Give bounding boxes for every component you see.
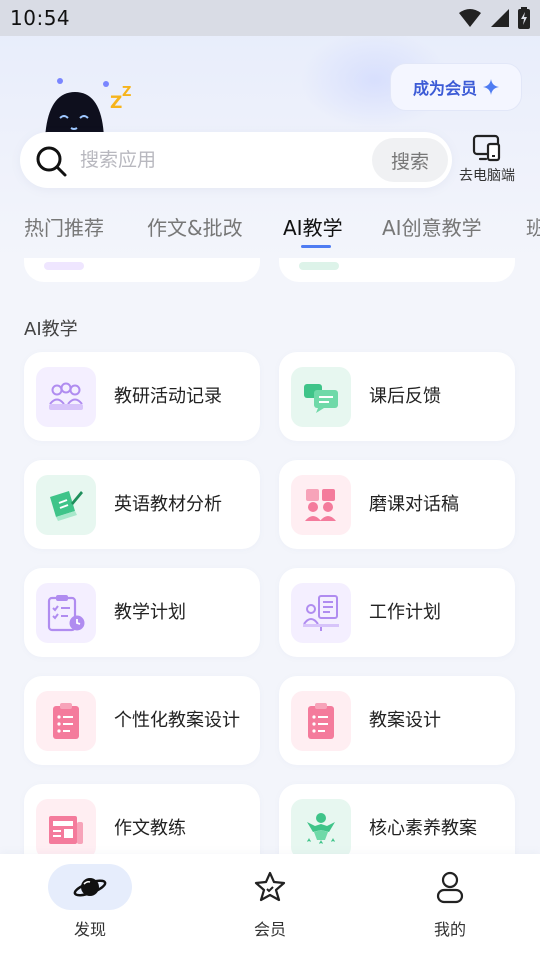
nav-label: 发现 [73,920,106,939]
team-meeting-icon [49,382,83,410]
desktop-devices-icon [472,134,501,162]
search-input[interactable] [80,144,370,176]
status-bar: 10:54 [0,0,540,36]
tab-essay[interactable]: 作文&批改 [147,212,243,241]
mascot-icon: Z Z [45,78,131,138]
app-card-label: 作文教练 [114,817,186,839]
tab-class[interactable]: 班 [526,212,540,241]
signal-icon [491,9,509,27]
become-member-button[interactable]: 成为会员 [390,63,522,111]
go-to-desktop-button[interactable]: 去电脑端 [454,134,520,190]
nav-icon-wrap [408,864,492,910]
app-card-english-material[interactable]: 英语教材分析 [24,460,260,549]
app-card-label: 工作计划 [369,601,441,623]
nav-icon-wrap [228,864,312,910]
star-badge-icon [254,871,286,902]
member-button-label: 成为会员 [412,79,477,98]
svg-text:Z: Z [122,85,131,100]
app-card-teaching-plan[interactable]: 教学计划 [24,568,260,657]
app-card-label: 个性化教案设计 [114,709,240,731]
app-card-lesson-design[interactable]: 教案设计 [279,676,515,765]
app-card-label: 教研活动记录 [114,385,222,407]
desktop-link-label: 去电脑端 [459,168,515,184]
clipboard-icon [53,703,79,739]
tab-ai-creative[interactable]: AI创意教学 [382,212,482,241]
app-card-lesson-dialogue[interactable]: 磨课对话稿 [279,460,515,549]
book-analysis-icon [50,491,83,521]
status-icons [458,7,530,29]
app-card-core-literacy[interactable]: 核心素养教案 [279,784,515,854]
search-icon [36,146,67,177]
app-card-label: 课后反馈 [369,385,441,407]
search-box: 搜索 [20,132,452,188]
sparkle-icon [483,79,499,95]
partial-card[interactable] [279,258,515,282]
search-button[interactable]: 搜索 [372,138,448,182]
app-card-research-record[interactable]: 教研活动记录 [24,352,260,441]
work-plan-icon [303,595,339,631]
app-card-label: 磨课对话稿 [369,493,459,515]
planet-icon [73,878,107,897]
nav-discover[interactable]: 发现 [45,864,135,944]
section-title: AI教学 [24,319,78,340]
battery-icon [518,7,530,29]
app-card-label: 教案设计 [369,709,441,731]
checklist-clock-icon [47,595,85,632]
app-card-label: 教学计划 [114,601,186,623]
app-list: AI教学 教研活动记录 课后反馈 英语教材分析 磨课对话稿 教学计划 工作计划 … [0,258,540,854]
status-time: 10:54 [10,6,71,30]
active-tab-indicator [301,245,331,248]
app-card-personalized-lesson[interactable]: 个性化教案设计 [24,676,260,765]
app-card-after-class-feedback[interactable]: 课后反馈 [279,352,515,441]
nav-profile[interactable]: 我的 [405,864,495,944]
user-icon [436,871,464,904]
category-tabs: 热门推荐 作文&批改 AI教学 AI创意教学 班 [24,212,540,252]
tab-hot[interactable]: 热门推荐 [24,212,104,241]
wifi-icon [459,9,481,27]
partial-card[interactable] [24,258,260,282]
tab-ai-teaching[interactable]: AI教学 [283,212,343,241]
app-card-essay-coach[interactable]: 作文教练 [24,784,260,854]
dialogue-script-icon [305,489,336,521]
nav-label: 我的 [433,920,466,939]
achievement-icon [307,813,335,844]
bottom-navigation: 发现 会员 我的 [0,854,540,960]
nav-membership[interactable]: 会员 [225,864,315,944]
newspaper-icon [49,816,83,844]
nav-label: 会员 [253,920,286,939]
app-card-work-plan[interactable]: 工作计划 [279,568,515,657]
app-card-label: 核心素养教案 [369,817,477,839]
app-card-label: 英语教材分析 [114,493,222,515]
chat-feedback-icon [304,384,338,413]
clipboard-icon [308,703,334,739]
svg-text:Z: Z [110,93,122,113]
nav-icon-wrap [48,864,132,910]
